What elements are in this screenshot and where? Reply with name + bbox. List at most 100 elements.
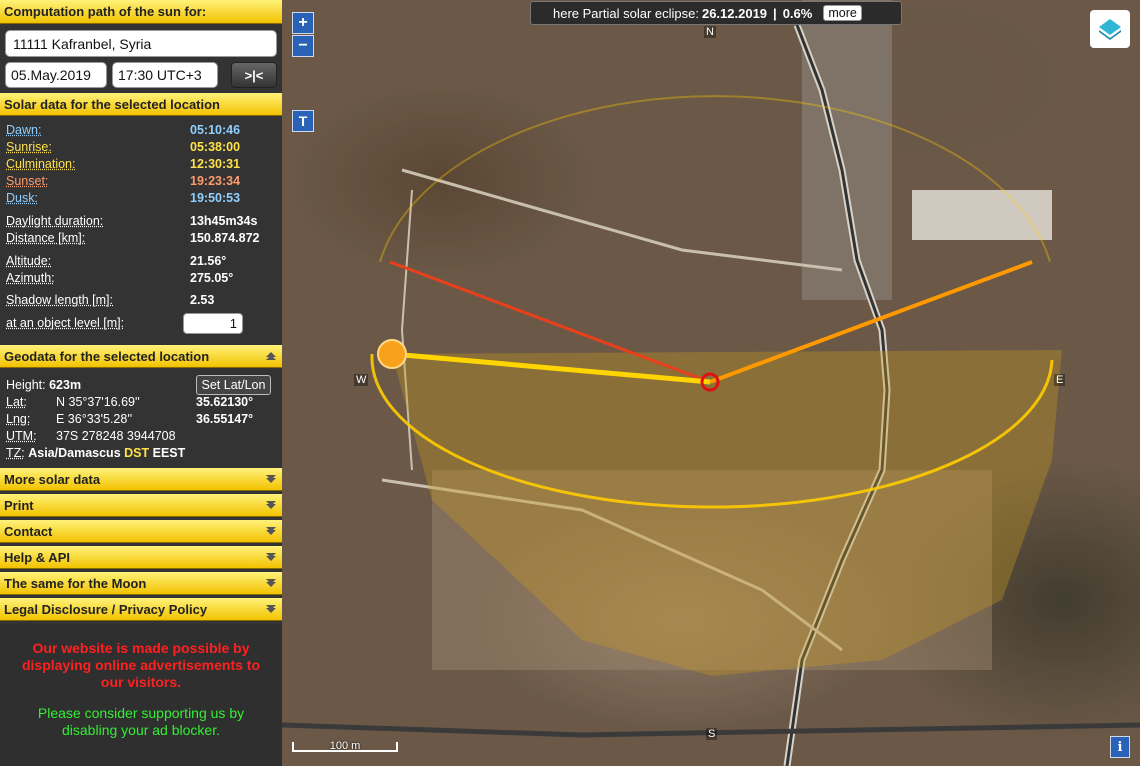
daylight-row: Daylight duration: 13h45m34s [6,214,276,230]
print-menu[interactable]: Print [0,494,282,517]
culmination-row: Culmination: 12:30:31 [6,157,276,173]
menu-label: The same for the Moon [4,575,147,591]
compass-north: N [704,26,716,38]
shadow-value: 2.53 [190,293,215,307]
expand-icon [264,602,278,616]
sun-position-icon[interactable] [377,339,407,369]
distance-label: Distance [km]: [6,231,86,245]
expand-icon [264,472,278,486]
lat-row: Lat: N 35°37'16.69'' 35.62130° [6,395,276,409]
altitude-row: Altitude: 21.56° [6,254,276,270]
moon-menu[interactable]: The same for the Moon [0,572,282,595]
lat-decimal: 35.62130° [196,395,254,409]
distance-row: Distance [km]: 150.874.872 [6,231,276,247]
dawn-label[interactable]: Dawn: [6,123,41,139]
azimuth-row: Azimuth: 275.05° [6,271,276,287]
compass-west: W [354,374,369,386]
sunrise-label[interactable]: Sunrise: [6,140,52,156]
height-value: 623m [49,378,82,392]
info-button[interactable]: i [1110,736,1130,758]
expand-icon [264,498,278,512]
shadow-row: Shadow length [m]: 2.53 [6,293,276,309]
sunset-row: Sunset: 19:23:34 [6,174,276,190]
eclipse-percent: 0.6% [782,5,813,21]
lat-label: Lat: [6,395,27,409]
tz-row: TZ: Asia/Damascus DST EEST [6,446,276,460]
solar-data-header[interactable]: Solar data for the selected location [0,93,282,116]
daylight-label: Daylight duration: [6,214,104,228]
lng-decimal: 36.55147° [196,412,254,426]
set-latlon-button[interactable]: Set Lat/Lon [196,375,271,395]
menu-label: Contact [4,523,53,539]
shadow-label: Shadow length [m]: [6,293,114,307]
more-solar-data-menu[interactable]: More solar data [0,468,282,491]
azimuth-label: Azimuth: [6,271,55,285]
zoom-out-button[interactable]: − [292,35,314,57]
current-time-button[interactable]: >|< [231,62,277,88]
menu-label: More solar data [4,471,101,487]
daylight-value: 13h45m34s [190,214,258,228]
expand-icon [264,550,278,564]
satellite-map[interactable]: + − T here Partial solar eclipse: 26.12.… [282,0,1140,766]
altitude-label: Altitude: [6,254,52,268]
date-input[interactable] [5,62,107,88]
sun-path-header-label: Computation path of the sun for: [4,4,207,19]
dusk-label[interactable]: Dusk: [6,191,38,207]
ad-notice-text: Our website is made possible by displayi… [21,640,261,690]
sunrise-row: Sunrise: 05:38:00 [6,140,276,156]
ad-blocker-request: Please consider supporting us by disabli… [37,705,245,738]
distance-value: 150.874.872 [190,231,260,245]
tz-dst: DST [124,446,150,460]
eclipse-date: 26.12.2019 [701,5,768,21]
zoom-in-button[interactable]: + [292,12,314,34]
utm-value: 37S 278248 3944708 [56,429,176,443]
adblock-notice: Our website is made possible by displayi… [0,624,282,766]
geodata-header[interactable]: Geodata for the selected location [0,345,282,368]
object-level-label: at an object level [m]: [6,316,125,330]
menu-label: Print [4,497,34,513]
lng-label: Lng: [6,412,31,426]
expand-icon [264,576,278,590]
light-field [912,190,1052,240]
sunset-value: 19:23:34 [190,174,241,188]
sun-path-header: Computation path of the sun for: [0,0,282,24]
map-overlay [282,0,1140,766]
height-row: Height: 623m [6,378,81,392]
text-toggle-button[interactable]: T [292,110,314,132]
lat-dms: N 35°37'16.69'' [56,395,140,409]
time-input[interactable] [112,62,218,88]
tz-label: TZ: [6,446,25,460]
sunset-label[interactable]: Sunset: [6,174,48,190]
height-label: Height: [6,378,46,392]
utm-label: UTM: [6,429,37,443]
contact-menu[interactable]: Contact [0,520,282,543]
sidebar: Computation path of the sun for: >|< Sol… [0,0,282,766]
menu-label: Help & API [4,549,70,565]
azimuth-value: 275.05° [190,271,234,285]
eclipse-more-button[interactable]: more [823,5,862,21]
layers-icon [1099,19,1121,40]
culmination-label[interactable]: Culmination: [6,157,75,173]
help-api-menu[interactable]: Help & API [0,546,282,569]
lng-row: Lng: E 36°33'5.28'' 36.55147° [6,412,276,426]
legal-menu[interactable]: Legal Disclosure / Privacy Policy [0,598,282,621]
buildings-area [802,0,892,300]
lng-dms: E 36°33'5.28'' [56,412,133,426]
utm-row: UTM: 37S 278248 3944708 [6,429,276,443]
tz-zone: Asia/Damascus [28,446,121,460]
tz-abbr: EEST [152,446,186,460]
dawn-row: Dawn: 05:10:46 [6,123,276,139]
solar-data-header-label: Solar data for the selected location [4,96,220,112]
culmination-value: 12:30:31 [190,157,241,171]
dusk-value: 19:50:53 [190,191,241,205]
eclipse-banner: here Partial solar eclipse: 26.12.2019 |… [530,1,902,25]
collapse-icon[interactable] [264,349,278,363]
sunrise-value: 05:38:00 [190,140,241,154]
layers-button[interactable] [1090,10,1130,48]
location-input[interactable] [5,30,277,57]
geodata-header-label: Geodata for the selected location [4,348,210,364]
object-level-input[interactable] [183,313,243,334]
compass-south: S [706,728,718,740]
dusk-row: Dusk: 19:50:53 [6,191,276,207]
dawn-value: 05:10:46 [190,123,241,137]
